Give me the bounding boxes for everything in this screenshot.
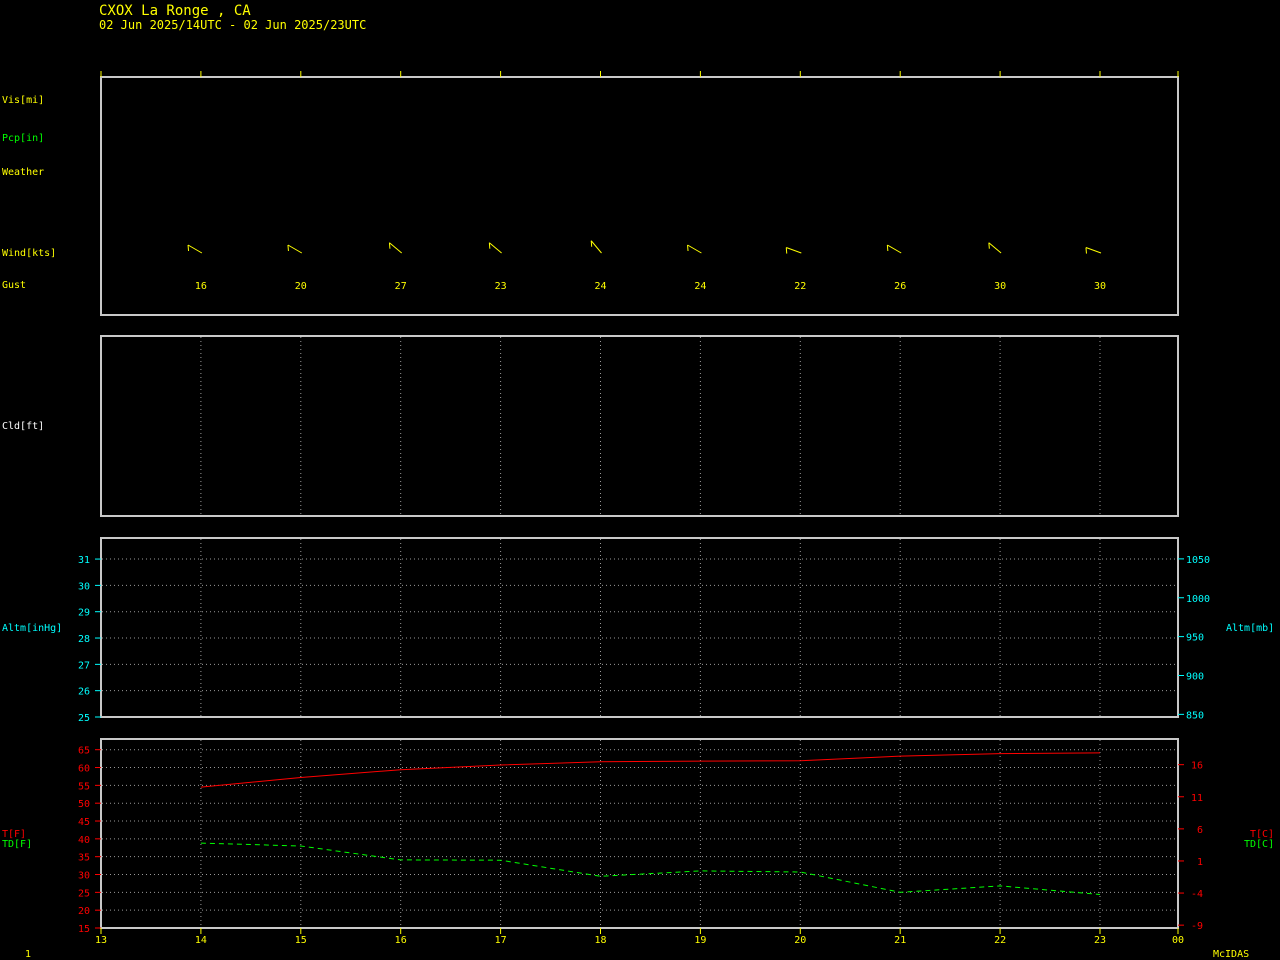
weather-label: Weather <box>2 167 44 178</box>
mcidas-brand: McIDAS <box>1213 949 1249 960</box>
x-tick-label: 22 <box>994 935 1006 946</box>
gust-value: 27 <box>395 281 407 292</box>
gust-value: 30 <box>994 281 1006 292</box>
temp-c-tick-label: 1 <box>1197 857 1203 868</box>
td-c-label: TD[C] <box>1244 839 1274 850</box>
wind-barb-flag <box>187 244 190 252</box>
gust-value: 23 <box>495 281 507 292</box>
altm-inhg-label: Altm[inHg] <box>2 623 62 634</box>
temp-c-tick-label: 11 <box>1191 793 1203 804</box>
temp-f-tick-label: 65 <box>78 746 90 757</box>
wind-barb-flag <box>687 244 689 252</box>
x-tick-label: 17 <box>495 935 507 946</box>
gust-value: 24 <box>594 281 606 292</box>
altm-inhg-tick-label: 27 <box>78 660 90 671</box>
gust-value: 30 <box>1094 281 1106 292</box>
temp-f-tick-label: 50 <box>78 799 90 810</box>
wind-barb-flag <box>988 242 990 249</box>
wind-barb-flag <box>287 244 289 252</box>
temp-f-tick-label: 35 <box>78 853 90 864</box>
x-tick-label: 21 <box>894 935 906 946</box>
altm-inhg-tick-label: 29 <box>78 608 90 619</box>
gust-value: 16 <box>195 281 207 292</box>
x-tick-label: 20 <box>794 935 806 946</box>
wind-barb-flag <box>388 242 391 249</box>
altm-mb-tick-label: 1000 <box>1186 594 1210 605</box>
x-tick-label: 00 <box>1172 935 1184 946</box>
cld-label: Cld[ft] <box>2 421 44 432</box>
x-tick-label: 23 <box>1094 935 1106 946</box>
x-tick-label: 18 <box>594 935 606 946</box>
temp-f-tick-label: 55 <box>78 781 90 792</box>
wind-barb-flag <box>488 242 491 249</box>
gust-value: 24 <box>694 281 706 292</box>
gust-label: Gust <box>2 280 26 291</box>
pcp-label: Pcp[in] <box>2 133 44 144</box>
altm-mb-tick-label: 900 <box>1186 671 1204 682</box>
altm-mb-tick-label: 1050 <box>1186 555 1210 566</box>
x-tick-label: 19 <box>694 935 706 946</box>
altm-mb-tick-label: 850 <box>1186 710 1204 721</box>
altm-mb-tick-label: 950 <box>1186 633 1204 644</box>
temp-f-tick-label: 45 <box>78 817 90 828</box>
temp-c-tick-label: 6 <box>1197 825 1203 836</box>
gust-value: 20 <box>295 281 307 292</box>
temp-f-tick-label: 20 <box>78 906 90 917</box>
x-tick-label: 16 <box>395 935 407 946</box>
temp-f-tick-label: 30 <box>78 871 90 882</box>
temp-f-tick-label: 40 <box>78 835 90 846</box>
altm-mb-label: Altm[mb] <box>1226 623 1274 634</box>
vis-label: Vis[mi] <box>2 95 44 106</box>
altm-inhg-tick-label: 25 <box>78 713 90 724</box>
x-tick-label: 15 <box>295 935 307 946</box>
gust-value: 26 <box>894 281 906 292</box>
temp-f-tick-label: 15 <box>78 924 90 935</box>
temp-f-tick-label: 60 <box>78 764 90 775</box>
wind-label: Wind[kts] <box>2 248 56 259</box>
meteogram: CXOX La Ronge , CA 02 Jun 2025/14UTC - 0… <box>0 0 1280 960</box>
td-f-label: TD[F] <box>2 839 32 850</box>
temp-c-tick-label: -9 <box>1191 921 1203 932</box>
temp-f-tick-label: 25 <box>78 888 90 899</box>
time-range: 02 Jun 2025/14UTC - 02 Jun 2025/23UTC <box>99 18 366 32</box>
altm-inhg-tick-label: 31 <box>78 555 90 566</box>
temp-c-tick-label: -4 <box>1191 889 1203 900</box>
wind-barb-flag <box>785 247 788 254</box>
x-tick-label: 14 <box>195 935 207 946</box>
page-number: 1 <box>25 949 31 960</box>
wind-barb-flag <box>1085 247 1087 254</box>
altm-inhg-tick-label: 26 <box>78 687 90 698</box>
wind-barb-flag <box>590 240 593 247</box>
x-tick-label: 13 <box>95 935 107 946</box>
altm-inhg-tick-label: 30 <box>78 581 90 592</box>
station-title: CXOX La Ronge , CA <box>99 3 251 19</box>
temp-c-tick-label: 16 <box>1191 761 1203 772</box>
gust-value: 22 <box>794 281 806 292</box>
altm-inhg-tick-label: 28 <box>78 634 90 645</box>
wind-barb-flag <box>886 244 889 252</box>
